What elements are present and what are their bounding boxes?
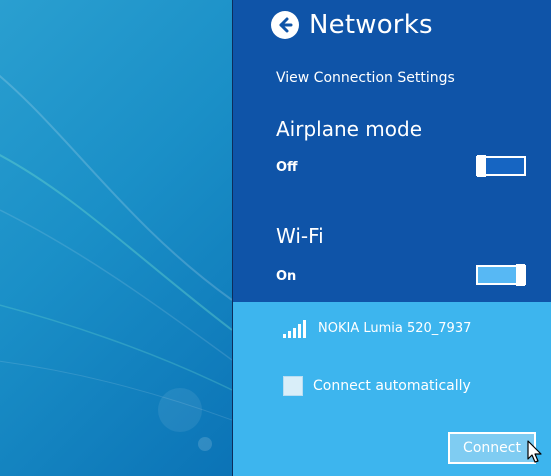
connect-automatically-checkbox[interactable] [283,376,303,396]
desktop-background [0,0,232,476]
panel-top-section: Networks View Connection Settings Airpla… [233,0,551,302]
networks-charm-panel: Networks View Connection Settings Airpla… [232,0,551,476]
connect-automatically-row[interactable]: Connect automatically [283,376,471,396]
connect-automatically-label: Connect automatically [313,378,471,394]
connect-button[interactable]: Connect [448,432,536,464]
page-title: Networks [309,10,433,40]
airplane-mode-label: Airplane mode [276,117,423,141]
back-arrow-icon[interactable] [271,11,299,39]
wifi-status: On [276,269,297,284]
wifi-toggle[interactable] [476,264,526,286]
airplane-mode-status: Off [276,160,298,175]
wifi-label: Wi-Fi [276,224,324,248]
network-name: NOKIA Lumia 520_7937 [318,320,472,336]
panel-header: Networks [271,10,433,40]
signal-bars-icon [283,318,306,338]
mouse-cursor-icon [527,440,542,463]
toggle-thumb [516,264,525,286]
airplane-mode-toggle[interactable] [476,155,526,177]
network-list-item[interactable]: NOKIA Lumia 520_7937 [283,318,471,338]
desktop-wallpaper-curves [0,74,232,451]
toggle-thumb [477,155,486,177]
view-connection-settings-link[interactable]: View Connection Settings [276,70,455,86]
